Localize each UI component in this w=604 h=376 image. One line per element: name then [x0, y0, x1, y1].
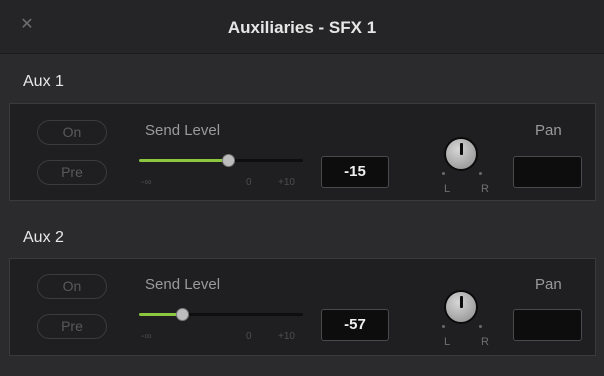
aux1-panel: On Pre Send Level -∞ 0 +10 -15 L R Pan [9, 103, 596, 201]
aux1-pan-tick-left [442, 172, 445, 175]
aux2-send-level-label: Send Level [145, 276, 221, 293]
aux2-scale-min: -∞ [141, 331, 152, 342]
aux1-send-slider-track[interactable] [139, 159, 303, 162]
aux2-send-slider-thumb[interactable] [176, 308, 189, 321]
aux2-panel: On Pre Send Level -∞ 0 +10 -57 L R Pan [9, 258, 596, 356]
aux1-send-level-label: Send Level [145, 122, 221, 139]
aux2-on-button[interactable]: On [37, 274, 107, 299]
aux2-pan-label: Pan [535, 276, 562, 293]
aux2-pan-tick-right [479, 325, 482, 328]
aux1-scale-max: +10 [278, 177, 295, 188]
aux2-pan-knob[interactable] [444, 290, 478, 324]
aux2-pan-tick-left [442, 325, 445, 328]
aux2-send-value-field[interactable]: -57 [321, 309, 389, 341]
aux1-send-slider-thumb[interactable] [222, 154, 235, 167]
aux2-scale-zero: 0 [246, 331, 252, 342]
aux1-pan-knob[interactable] [444, 137, 478, 171]
aux2-scale-max: +10 [278, 331, 295, 342]
aux1-pre-button[interactable]: Pre [37, 160, 107, 185]
aux1-scale-zero: 0 [246, 177, 252, 188]
aux1-send-slider-fill [139, 159, 229, 162]
aux2-pre-button[interactable]: Pre [37, 314, 107, 339]
aux1-scale-min: -∞ [141, 177, 152, 188]
aux2-pan-knob-indicator [459, 296, 463, 308]
aux1-pan-label: Pan [535, 122, 562, 139]
title-bar: ✕ Auxiliaries - SFX 1 [0, 0, 604, 54]
aux1-pan-tick-right [479, 172, 482, 175]
aux2-send-slider-track[interactable] [139, 313, 303, 316]
aux2-pan-right-label: R [481, 336, 489, 348]
aux1-pan-value-field[interactable] [513, 156, 582, 188]
window-title: Auxiliaries - SFX 1 [227, 18, 377, 37]
aux1-on-button[interactable]: On [37, 120, 107, 145]
aux2-pan-left-label: L [444, 336, 451, 348]
aux2-pan-value-field[interactable] [513, 309, 582, 341]
aux2-label: Aux 2 [23, 229, 64, 246]
aux1-pan-right-label: R [481, 183, 489, 195]
aux1-label: Aux 1 [23, 73, 64, 90]
aux1-pan-knob-indicator [459, 143, 463, 155]
aux1-send-value-field[interactable]: -15 [321, 156, 389, 188]
aux1-pan-left-label: L [444, 183, 451, 195]
